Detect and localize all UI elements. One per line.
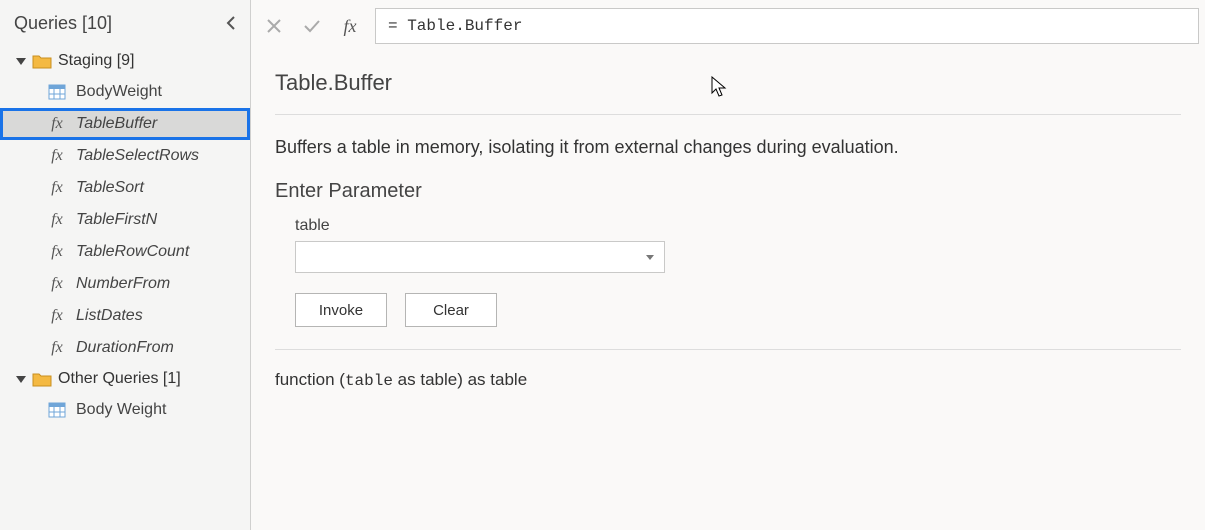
cancel-button[interactable] [255,8,293,44]
signature-arg: table [345,372,393,390]
fx-icon: fx [344,16,357,37]
formula-bar: fx [251,0,1205,52]
formula-input[interactable] [375,8,1199,44]
sidebar-item-bodyweight[interactable]: BodyWeight [0,76,250,108]
function-description: Buffers a table in memory, isolating it … [275,115,1181,180]
sidebar-item-label: TableRowCount [76,243,189,261]
sidebar-item-bodyweight2[interactable]: Body Weight [0,394,250,426]
clear-button[interactable]: Clear [405,293,497,327]
sidebar-item-label: ListDates [76,307,143,325]
folder-icon [32,53,52,69]
folder-icon [32,371,52,387]
chevron-down-icon [16,376,26,383]
fx-icon: fx [48,147,66,165]
chevron-down-icon [646,255,654,260]
chevron-down-icon [16,58,26,65]
function-detail: Table.Buffer Buffers a table in memory, … [251,52,1205,410]
sidebar-item-label: DurationFrom [76,339,174,357]
sidebar-item-durationfrom[interactable]: fx DurationFrom [0,332,250,364]
sidebar-item-label: Body Weight [76,401,166,419]
queries-sidebar: Queries [10] Staging [9] BodyWeight fx T… [0,0,251,530]
main-panel: fx Table.Buffer Buffers a table in memor… [251,0,1205,530]
sidebar-item-label: NumberFrom [76,275,170,293]
fx-icon: fx [48,115,66,133]
chevron-left-icon [225,16,237,30]
invoke-button[interactable]: Invoke [295,293,387,327]
sidebar-item-tablesort[interactable]: fx TableSort [0,172,250,204]
sidebar-item-tableselectrows[interactable]: fx TableSelectRows [0,140,250,172]
fx-icon: fx [48,211,66,229]
check-icon [303,18,321,34]
fx-icon: fx [48,339,66,357]
button-row: Invoke Clear [275,273,1181,349]
sidebar-group-other[interactable]: Other Queries [1] [0,364,250,394]
parameter-table-select[interactable] [295,241,665,273]
function-signature: function (table as table) as table [275,350,1181,390]
sidebar-item-label: TableSelectRows [76,147,199,165]
sidebar-title: Queries [10] [14,13,112,34]
sidebar-group-label: Other Queries [1] [58,370,181,388]
sidebar-item-label: TableFirstN [76,211,157,229]
collapse-sidebar-button[interactable] [220,12,242,34]
commit-button[interactable] [293,8,331,44]
table-icon [48,84,66,100]
fx-icon: fx [48,275,66,293]
sidebar-item-label: TableSort [76,179,144,197]
parameter-label: table [275,217,1181,241]
sidebar-item-numberfrom[interactable]: fx NumberFrom [0,268,250,300]
sidebar-group-staging[interactable]: Staging [9] [0,46,250,76]
signature-text: function ( [275,370,345,389]
sidebar-item-tablebuffer[interactable]: fx TableBuffer [0,108,250,140]
sidebar-item-listdates[interactable]: fx ListDates [0,300,250,332]
parameter-heading: Enter Parameter [275,180,1181,217]
sidebar-tree: Staging [9] BodyWeight fx TableBuffer fx… [0,44,250,428]
fx-icon: fx [48,307,66,325]
table-icon [48,402,66,418]
sidebar-item-label: BodyWeight [76,83,162,101]
fx-button[interactable]: fx [331,8,369,44]
signature-text: as table) as table [393,370,527,389]
sidebar-group-label: Staging [9] [58,52,135,70]
fx-icon: fx [48,243,66,261]
function-title: Table.Buffer [275,62,1181,114]
parameter-section: Enter Parameter table Invoke Clear [275,180,1181,349]
sidebar-item-tablefirstn[interactable]: fx TableFirstN [0,204,250,236]
sidebar-header: Queries [10] [0,4,250,44]
sidebar-item-tablerowcount[interactable]: fx TableRowCount [0,236,250,268]
fx-icon: fx [48,179,66,197]
x-icon [266,18,282,34]
sidebar-item-label: TableBuffer [76,115,157,133]
